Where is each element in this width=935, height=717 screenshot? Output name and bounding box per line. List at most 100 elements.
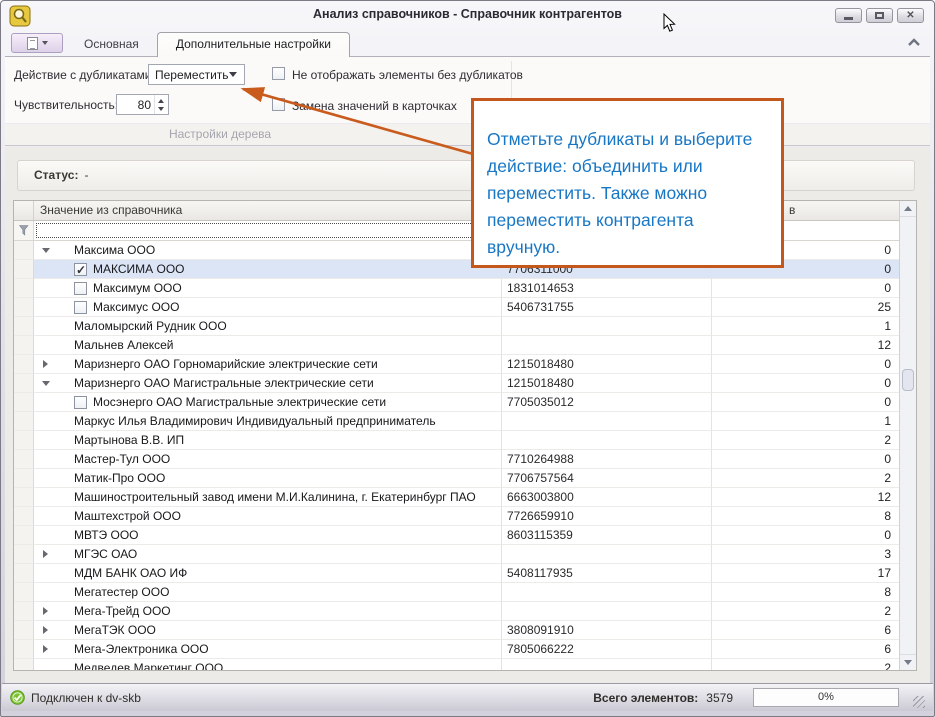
row-inn: 5408117935 [502, 564, 712, 583]
table-row[interactable]: Маризнерго ОАО Магистральные электрическ… [14, 374, 899, 393]
row-indicator [14, 355, 34, 374]
row-name-cell: Максимус ООО [34, 298, 502, 317]
expand-icon[interactable] [34, 248, 74, 253]
expand-icon[interactable] [34, 607, 74, 615]
row-indicator [14, 298, 34, 317]
row-name-cell: Мастер-Тул ООО [34, 450, 502, 469]
row-inn: 7805066222 [502, 640, 712, 659]
resize-grip[interactable] [913, 696, 925, 708]
row-indicator [14, 659, 34, 670]
duplicates-action-dropdown[interactable]: Переместить [148, 64, 245, 85]
row-inn [502, 317, 712, 336]
maximize-button[interactable] [866, 8, 893, 23]
row-indicator [14, 640, 34, 659]
row-indicator [14, 545, 34, 564]
row-name: МДМ БАНК ОАО ИФ [74, 564, 187, 582]
filter-funnel-icon [19, 225, 29, 236]
table-row[interactable]: МГЭС ОАО 3 [14, 545, 899, 564]
row-inn: 1215018480 [502, 374, 712, 393]
row-name-cell: Максимум ООО [34, 279, 502, 298]
minimize-button[interactable] [835, 8, 862, 23]
expand-icon[interactable] [34, 360, 74, 368]
tab-extra-settings[interactable]: Дополнительные настройки [157, 32, 350, 57]
spin-down-icon[interactable] [158, 107, 164, 111]
table-row[interactable]: Мегатестер ООО8 [14, 583, 899, 602]
row-inn [502, 583, 712, 602]
header-indicator-cell [14, 201, 34, 220]
replace-values-checkbox[interactable] [272, 98, 285, 111]
collapse-ribbon-icon[interactable] [905, 36, 923, 50]
table-row[interactable]: Маркус Илья Владимирович Индивидуальный … [14, 412, 899, 431]
table-row[interactable]: Маризнерго ОАО Горномарийские электричес… [14, 355, 899, 374]
expand-icon[interactable] [34, 645, 74, 653]
row-checkbox[interactable] [74, 263, 87, 276]
row-inn: 5406731755 [502, 298, 712, 317]
table-row[interactable]: Максимус ООО540673175525 [14, 298, 899, 317]
table-row[interactable]: МДМ БАНК ОАО ИФ 540811793517 [14, 564, 899, 583]
row-name-cell: Машиностроительный завод имени М.И.Калин… [34, 488, 502, 507]
sensitivity-stepper[interactable]: 80 [116, 94, 169, 115]
row-count: 17 [712, 564, 899, 583]
row-indicator [14, 393, 34, 412]
spin-up-icon[interactable] [158, 99, 164, 103]
table-row[interactable]: Максимум ООО18310146530 [14, 279, 899, 298]
table-row[interactable]: Мартынова В.В. ИП2 [14, 431, 899, 450]
settings-panel: Действие с дубликатами: Переместить Чувс… [5, 56, 930, 146]
filter-input[interactable] [36, 223, 499, 238]
table-row[interactable]: Мастер-Тул ООО77102649880 [14, 450, 899, 469]
row-count: 1 [712, 412, 899, 431]
table-row[interactable]: Матик-Про ООО77067575642 [14, 469, 899, 488]
row-inn: 7710264988 [502, 450, 712, 469]
table-row[interactable]: Медведев Маркетинг ООО2 [14, 659, 899, 670]
callout-text-line: вручную. [487, 234, 773, 261]
scroll-up-icon[interactable] [900, 201, 916, 217]
row-checkbox[interactable] [74, 301, 87, 314]
row-name-cell: Максима ООО [34, 241, 502, 260]
row-name: Маризнерго ОАО Магистральные электрическ… [74, 374, 374, 392]
filter-name-cell [34, 221, 502, 240]
expand-icon[interactable] [34, 381, 74, 386]
row-count: 2 [712, 602, 899, 621]
row-checkbox[interactable] [74, 396, 87, 409]
hide-no-duplicates-checkbox[interactable] [272, 67, 285, 80]
row-name-cell: МВТЭ ООО [34, 526, 502, 545]
header-name-column[interactable]: Значение из справочника [34, 201, 502, 220]
row-count: 8 [712, 507, 899, 526]
row-name-cell: Мальнев Алексей [34, 336, 502, 355]
close-button[interactable]: ✕ [897, 8, 924, 23]
table-row[interactable]: Маштехстрой ООО77266599108 [14, 507, 899, 526]
table-row[interactable]: Маломырский Рудник ООО1 [14, 317, 899, 336]
row-name: Маркус Илья Владимирович Индивидуальный … [74, 412, 436, 430]
scrollbar-thumb[interactable] [902, 369, 914, 391]
table-row[interactable]: МВТЭ ООО86031153590 [14, 526, 899, 545]
expand-icon[interactable] [34, 626, 74, 634]
row-indicator [14, 260, 34, 279]
table-row[interactable]: Машиностроительный завод имени М.И.Калин… [14, 488, 899, 507]
row-name: Маломырский Рудник ООО [74, 317, 227, 335]
row-inn: 7705035012 [502, 393, 712, 412]
mouse-cursor [663, 13, 677, 33]
scroll-down-icon[interactable] [900, 654, 916, 670]
vertical-scrollbar[interactable] [899, 201, 916, 670]
table-row[interactable]: Мега-Электроника ООО78050662226 [14, 640, 899, 659]
table-row[interactable]: Мальнев Алексей12 [14, 336, 899, 355]
row-checkbox[interactable] [74, 282, 87, 295]
row-name-cell: Мега-Трейд ООО [34, 602, 502, 621]
status-bar: Подключен к dv-skb Всего элементов: 3579… [2, 683, 933, 711]
row-name-cell: МГЭС ОАО [34, 545, 502, 564]
row-indicator [14, 507, 34, 526]
view-menu-button[interactable] [11, 33, 63, 53]
tab-main[interactable]: Основная [66, 33, 157, 56]
row-inn: 8603115359 [502, 526, 712, 545]
table-row[interactable]: Мосэнерго ОАО Магистральные электрически… [14, 393, 899, 412]
row-count: 0 [712, 526, 899, 545]
row-count: 3 [712, 545, 899, 564]
expand-icon[interactable] [34, 550, 74, 558]
row-name-cell: Маризнерго ОАО Горномарийские электричес… [34, 355, 502, 374]
table-row[interactable]: МегаТЭК ООО38080919106 [14, 621, 899, 640]
expand-triangle-icon [43, 360, 48, 368]
row-name: Мальнев Алексей [74, 336, 174, 354]
row-indicator [14, 469, 34, 488]
table-row[interactable]: Мега-Трейд ООО 2 [14, 602, 899, 621]
row-name: Мега-Электроника ООО [74, 640, 209, 658]
